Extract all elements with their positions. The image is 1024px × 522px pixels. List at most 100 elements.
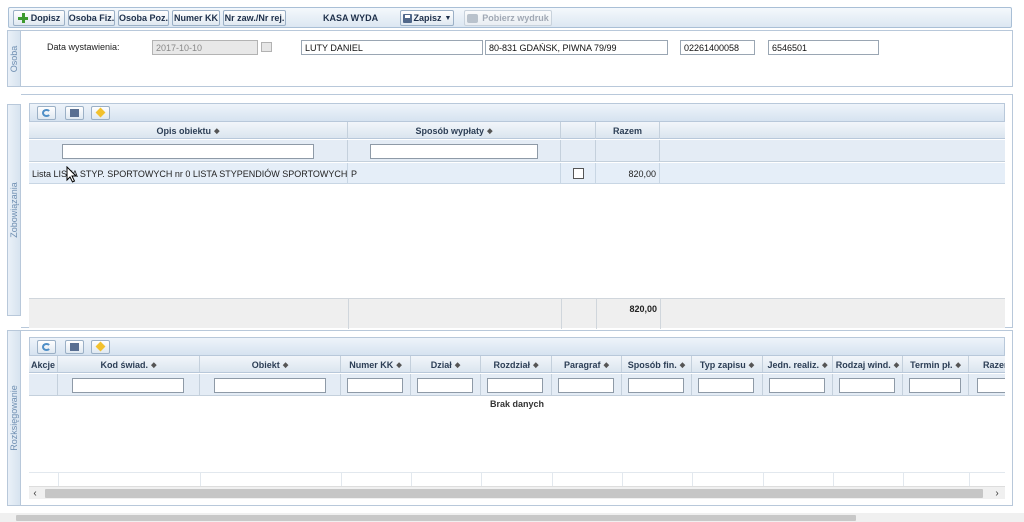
rozksiegowanie-header: Akcje Kod świad. ◆ Obiekt ◆ Numer KK ◆ Dzia… [29,356,1005,373]
divider [969,473,970,487]
filter-obiekt-input[interactable] [214,378,326,393]
col-kod-swiad[interactable]: Kod świad. ◆ [58,356,200,372]
eraser-icon [95,341,106,352]
filter-termin-input[interactable] [909,378,961,393]
nr-zaw-button[interactable]: Nr zaw./Nr rej. [223,10,286,26]
scroll-thumb[interactable] [45,489,983,498]
refresh-button[interactable] [37,340,56,354]
numer-kk-button[interactable]: Numer KK [172,10,220,26]
filter-sposob-input[interactable] [370,144,538,159]
sort-icon: ◆ [214,127,220,135]
filter-cell [969,374,1005,395]
sort-icon: ◆ [151,361,157,369]
divider [200,473,201,487]
printer-icon [467,13,479,23]
divider [763,473,764,487]
scroll-left-icon[interactable]: ‹ [29,487,41,500]
sort-icon: ◆ [396,361,402,369]
empty-message: Brak danych [489,399,545,409]
divider [481,473,482,487]
col-paragraf[interactable]: Paragraf ◆ [552,356,622,372]
zobowiazania-footer: 820,00 [29,298,1005,329]
mouse-cursor-icon [66,166,78,183]
filter-cell [29,140,348,162]
filter-typ-zapisu-input[interactable] [698,378,754,393]
number-field[interactable] [768,40,879,55]
filter-numer-kk-input[interactable] [347,378,403,393]
osoba-fiz-button[interactable]: Osoba Fiz. [68,10,115,26]
col-checkbox [561,122,596,139]
zapisz-button[interactable]: Zapisz ▼ [400,10,454,26]
filter-cell [341,374,411,395]
filter-cell [763,374,833,395]
filter-opis-input[interactable] [62,144,314,159]
col-typ-zapisu[interactable]: Typ zapisu ◆ [692,356,763,372]
zobowiazania-filter-row [29,140,1005,162]
col-termin-pl[interactable]: Termin pł. ◆ [903,356,969,372]
filter-rozdzial-input[interactable] [487,378,543,393]
page-scroll-thumb[interactable] [16,515,856,521]
pobierz-wydruk-button[interactable]: Pobierz wydruk [464,10,552,26]
divider [622,473,623,487]
divider [58,473,59,487]
dopisz-button[interactable]: Dopisz [13,10,65,26]
sort-icon: ◆ [748,361,755,369]
col-rozdzial[interactable]: Rozdział ◆ [481,356,552,372]
zobowiazania-header: Opis obiektu ◆ Sposób wypłaty ◆ Razem [29,122,1005,139]
sort-icon: ◆ [893,361,900,369]
save-icon [402,13,412,23]
col-sposob-fin[interactable]: Sposób fin. ◆ [622,356,692,372]
save-grid-button[interactable] [65,340,84,354]
filter-cell [833,374,903,395]
app-root: Dopisz Osoba Fiz. Osoba Poz. Numer KK Nr… [0,0,1024,522]
divider [903,473,904,487]
filter-dzial-input[interactable] [417,378,473,393]
horizontal-scrollbar[interactable]: ‹ › [29,486,1005,499]
osoba-poz-button[interactable]: Osoba Poz. [118,10,169,26]
filter-sposob-fin-input[interactable] [628,378,684,393]
col-akcje: Akcje [29,356,58,372]
clear-filter-button[interactable] [91,340,110,354]
filter-paragraf-input[interactable] [558,378,614,393]
filter-rodzaj-wind-input[interactable] [839,378,895,393]
col-obiekt[interactable]: Obiekt ◆ [200,356,341,372]
date-field[interactable] [152,40,258,55]
filter-cell [29,374,58,395]
filter-cell [481,374,552,395]
scroll-right-icon[interactable]: › [991,487,1003,500]
page-scrollbar[interactable] [0,513,1024,522]
address-field[interactable] [485,40,668,55]
filter-cell [561,140,596,162]
filter-cell [200,374,341,395]
chevron-down-icon: ▼ [444,14,452,22]
filter-jedn-realiz-input[interactable] [769,378,825,393]
sort-icon: ◆ [603,361,609,369]
col-numer-kk[interactable]: Numer KK ◆ [341,356,411,372]
save-grid-button[interactable] [65,106,84,120]
divider [561,299,562,329]
col-jedn-realiz[interactable]: Jedn. realiz. ◆ [763,356,833,372]
zobowiazania-panel: Opis obiektu ◆ Sposób wypłaty ◆ Razem List… [21,94,1013,329]
col-dzial[interactable]: Dział ◆ [411,356,481,372]
filter-kod-input[interactable] [72,378,184,393]
row-checkbox[interactable] [572,168,584,179]
filter-razem-input[interactable] [977,378,1005,393]
total-value: 820,00 [629,304,657,314]
pesel-field[interactable] [680,40,755,55]
col-razem[interactable]: Razem [969,356,1005,372]
refresh-button[interactable] [37,106,56,120]
calendar-icon[interactable] [261,42,272,52]
sort-icon: ◆ [487,127,493,135]
clear-filter-button[interactable] [91,106,110,120]
zobowiazania-side-tab[interactable]: Zobowiązania [7,104,21,316]
osoba-side-tab[interactable]: Osoba [7,30,21,87]
divider [552,473,553,487]
filter-cell [348,140,561,162]
table-row[interactable]: Lista LISTA STYP. SPORTOWYCH nr 0 LISTA … [29,163,1005,184]
name-field[interactable] [301,40,483,55]
rozksiegowanie-side-tab[interactable]: Rozksięgowanie [7,330,21,506]
col-opis-obiektu[interactable]: Opis obiektu ◆ [29,122,348,139]
cell-sposob: P [348,163,561,184]
col-rodzaj-wind[interactable]: Rodzaj wind. ◆ [833,356,903,372]
col-sposob-wyplaty[interactable]: Sposób wypłaty ◆ [348,122,561,139]
